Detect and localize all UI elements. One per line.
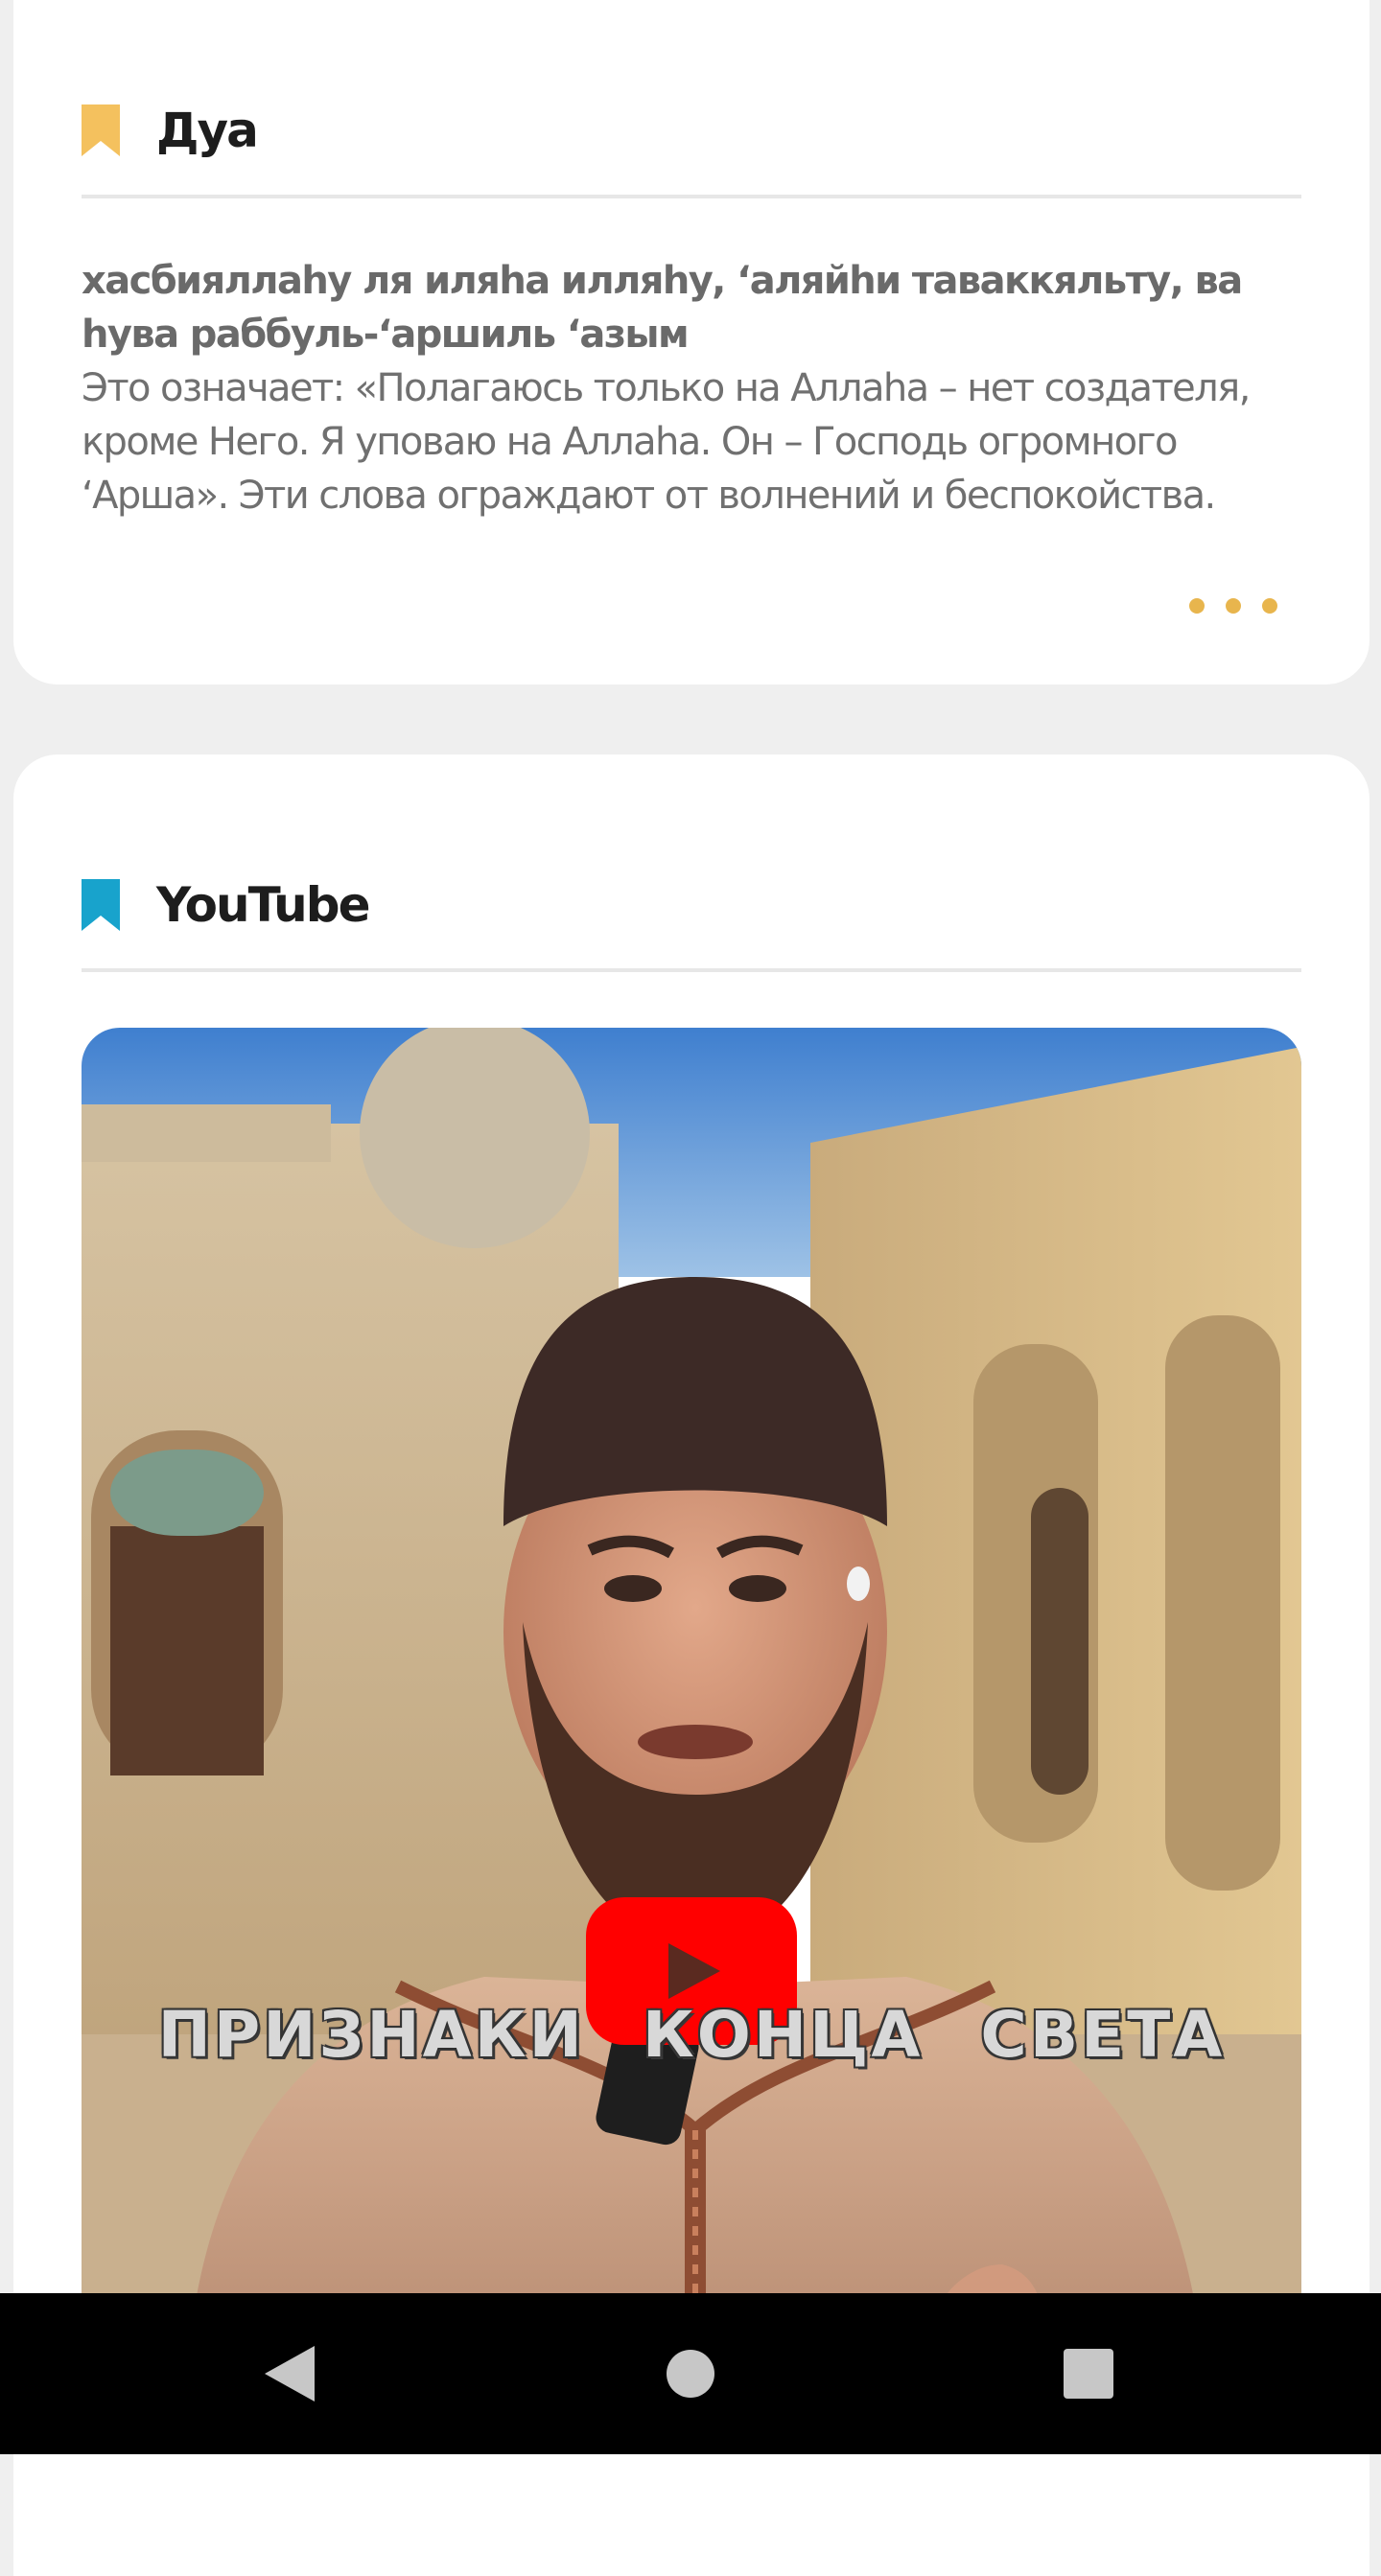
system-navigation-bar [0, 2293, 1381, 2454]
bookmark-icon [82, 104, 120, 156]
video-caption: ПРИЗНАКИ КОНЦА СВЕТА [157, 1998, 1226, 2072]
dua-card: Дуа хасбияллаhу ля иляhа илляhу, ‘аляйhи… [13, 0, 1369, 685]
dot [1226, 598, 1241, 614]
divider [82, 195, 1301, 198]
recents-square-icon [1064, 2349, 1113, 2399]
divider [82, 968, 1301, 972]
video-thumbnail[interactable]: ПРИЗНАКИ КОНЦА СВЕТА [82, 1028, 1301, 2370]
home-circle-icon [667, 2350, 714, 2398]
recents-button[interactable] [1012, 2293, 1165, 2454]
home-button[interactable] [614, 2293, 767, 2454]
dua-meaning: Это означает: «Полагаюсь только на Аллаh… [82, 366, 1251, 518]
dua-card-header: Дуа [82, 102, 259, 159]
youtube-card-title: YouTube [156, 877, 370, 933]
youtube-card-header: YouTube [82, 876, 370, 934]
more-horizontal-dots-icon[interactable] [1189, 592, 1277, 620]
dua-text: хасбияллаhу ля иляhа илляhу, ‘аляйhи тав… [82, 254, 1319, 522]
dua-transliteration: хасбияллаhу ля иляhа илляhу, ‘аляйhи тав… [82, 259, 1243, 357]
bookmark-icon [82, 879, 120, 931]
dot [1262, 598, 1277, 614]
back-button[interactable] [213, 2293, 366, 2454]
dot [1189, 598, 1205, 614]
dua-card-title: Дуа [156, 103, 259, 158]
video-thumbnail-image [82, 1028, 1301, 2370]
back-triangle-icon [265, 2346, 315, 2402]
